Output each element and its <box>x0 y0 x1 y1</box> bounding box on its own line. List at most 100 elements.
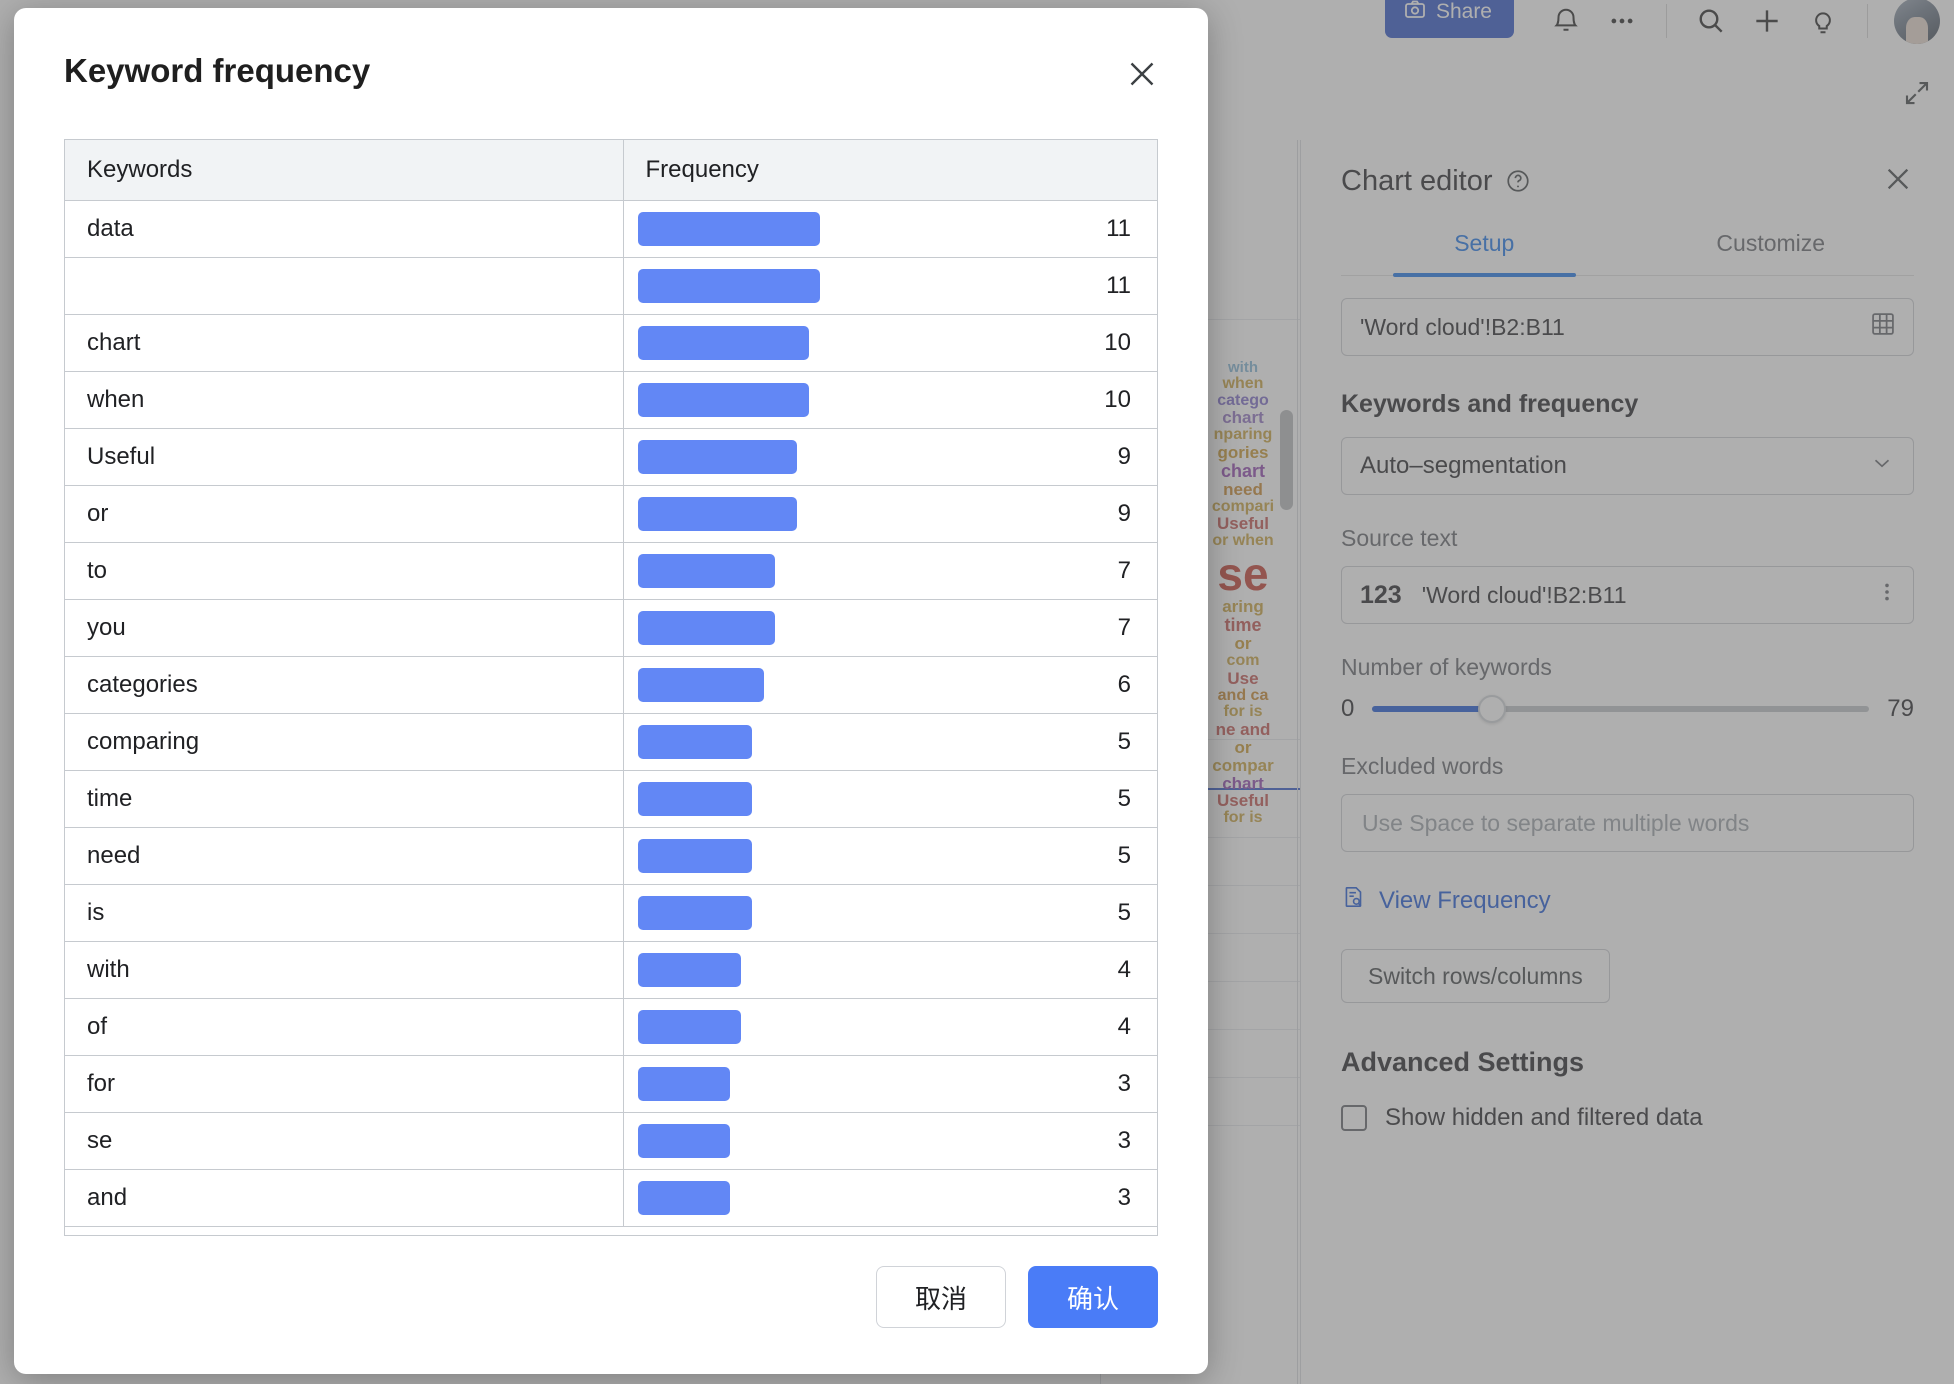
cancel-button[interactable]: 取消 <box>876 1266 1006 1328</box>
frequency-bar <box>637 782 752 816</box>
frequency-bar <box>637 440 797 474</box>
frequency-value: 7 <box>1117 557 1131 584</box>
frequency-bar <box>637 725 752 759</box>
frequency-value: 5 <box>1117 899 1131 926</box>
frequency-cell: 5 <box>623 827 1157 885</box>
keyword-cell: need <box>65 827 624 885</box>
table-row[interactable]: se 3 <box>65 1112 1157 1170</box>
table-row[interactable]: 11 <box>65 257 1157 315</box>
keyword-cell: or <box>65 485 624 543</box>
frequency-cell: 11 <box>623 257 1157 315</box>
frequency-value: 10 <box>1104 386 1131 413</box>
frequency-value: 3 <box>1117 1127 1131 1154</box>
table-row[interactable]: is 5 <box>65 884 1157 942</box>
keyword-cell <box>65 257 624 315</box>
table-row[interactable]: and 3 <box>65 1169 1157 1227</box>
table-row[interactable]: with 4 <box>65 941 1157 999</box>
frequency-bar <box>637 383 809 417</box>
frequency-cell: 10 <box>623 314 1157 372</box>
table-row[interactable]: or 9 <box>65 485 1157 543</box>
table-row[interactable]: Useful 9 <box>65 428 1157 486</box>
frequency-value: 10 <box>1104 329 1131 356</box>
keyword-cell: of <box>65 998 624 1056</box>
frequency-cell: 4 <box>623 941 1157 999</box>
dialog-footer: 取消 确认 <box>14 1236 1208 1374</box>
frequency-bar <box>637 896 752 930</box>
frequency-value: 11 <box>1106 272 1131 299</box>
frequency-value: 11 <box>1106 215 1131 242</box>
table-row[interactable]: comparing 5 <box>65 713 1157 771</box>
frequency-value: 6 <box>1117 671 1131 698</box>
keyword-cell: when <box>65 371 624 429</box>
table-row[interactable]: need 5 <box>65 827 1157 885</box>
frequency-value: 4 <box>1117 1013 1131 1040</box>
frequency-bar <box>637 668 764 702</box>
frequency-value: 5 <box>1117 785 1131 812</box>
frequency-cell: 5 <box>623 770 1157 828</box>
frequency-bar <box>637 554 775 588</box>
confirm-button[interactable]: 确认 <box>1028 1266 1158 1328</box>
frequency-cell: 3 <box>623 1112 1157 1170</box>
table-row[interactable]: chart 10 <box>65 314 1157 372</box>
frequency-bar <box>637 1010 741 1044</box>
frequency-bar <box>637 212 820 246</box>
frequency-bar <box>637 839 752 873</box>
frequency-bar <box>637 611 775 645</box>
keyword-cell: comparing <box>65 713 624 771</box>
frequency-cell: 5 <box>623 884 1157 942</box>
frequency-bar <box>637 1124 730 1158</box>
frequency-value: 4 <box>1117 956 1131 983</box>
keyword-cell: chart <box>65 314 624 372</box>
frequency-value: 9 <box>1117 443 1131 470</box>
column-header-keywords: Keywords <box>65 140 624 201</box>
frequency-cell: 9 <box>623 428 1157 486</box>
keyword-cell: and <box>65 1169 624 1227</box>
frequency-bar <box>637 1067 730 1101</box>
frequency-value: 3 <box>1117 1070 1131 1097</box>
table-header-row: Keywords Frequency <box>65 140 1157 201</box>
table-row[interactable]: for 3 <box>65 1055 1157 1113</box>
frequency-bar <box>637 269 820 303</box>
table-row[interactable]: categories 6 <box>65 656 1157 714</box>
dialog-close-icon[interactable] <box>1124 56 1160 97</box>
keyword-cell: categories <box>65 656 624 714</box>
frequency-cell: 3 <box>623 1169 1157 1227</box>
keyword-frequency-table: Keywords Frequency data 11 11 chart 10 when 10… <box>65 140 1157 1227</box>
keyword-cell: to <box>65 542 624 600</box>
frequency-value: 7 <box>1117 614 1131 641</box>
frequency-bar <box>637 497 797 531</box>
keyword-cell: data <box>65 200 624 258</box>
keyword-frequency-table-wrapper[interactable]: Keywords Frequency data 11 11 chart 10 when 10… <box>64 139 1158 1236</box>
table-row[interactable]: to 7 <box>65 542 1157 600</box>
table-row[interactable]: data 11 <box>65 200 1157 258</box>
frequency-value: 5 <box>1117 842 1131 869</box>
keyword-cell: for <box>65 1055 624 1113</box>
frequency-value: 3 <box>1117 1184 1131 1211</box>
dialog-header: Keyword frequency <box>14 8 1208 97</box>
dialog-title: Keyword frequency <box>64 52 371 89</box>
keyword-frequency-dialog: Keyword frequency Keywords Frequency dat… <box>14 8 1208 1374</box>
frequency-cell: 11 <box>623 200 1157 258</box>
keyword-cell: time <box>65 770 624 828</box>
frequency-cell: 9 <box>623 485 1157 543</box>
frequency-bar <box>637 953 741 987</box>
frequency-bar <box>637 1181 730 1215</box>
keyword-cell: you <box>65 599 624 657</box>
table-row[interactable]: when 10 <box>65 371 1157 429</box>
frequency-cell: 6 <box>623 656 1157 714</box>
keyword-cell: se <box>65 1112 624 1170</box>
frequency-bar <box>637 326 809 360</box>
table-row[interactable]: you 7 <box>65 599 1157 657</box>
column-header-frequency: Frequency <box>623 140 1157 201</box>
frequency-cell: 3 <box>623 1055 1157 1113</box>
frequency-cell: 4 <box>623 998 1157 1056</box>
table-row[interactable]: of 4 <box>65 998 1157 1056</box>
frequency-cell: 10 <box>623 371 1157 429</box>
table-row[interactable]: time 5 <box>65 770 1157 828</box>
keyword-cell: Useful <box>65 428 624 486</box>
frequency-value: 5 <box>1117 728 1131 755</box>
frequency-value: 9 <box>1117 500 1131 527</box>
keyword-cell: is <box>65 884 624 942</box>
frequency-cell: 7 <box>623 542 1157 600</box>
frequency-cell: 5 <box>623 713 1157 771</box>
